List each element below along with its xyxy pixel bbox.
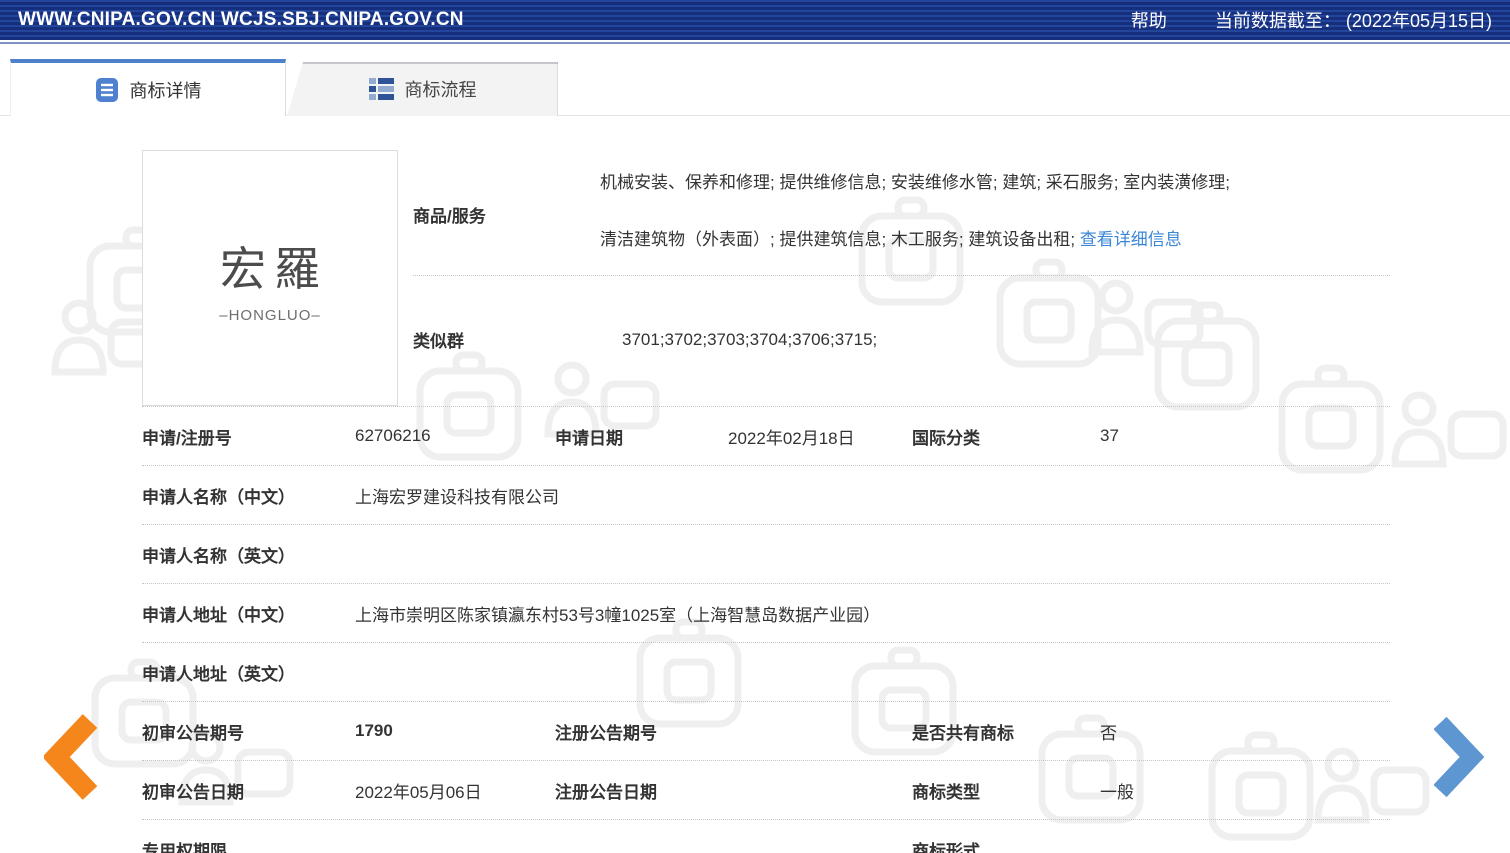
reg-no-label: 申请/注册号	[142, 424, 355, 449]
tab-trademark-process[interactable]: 商标流程	[287, 62, 558, 116]
grid-icon	[369, 78, 394, 101]
help-link[interactable]: 帮助	[1131, 7, 1167, 33]
reg-ann-no-label: 注册公告期号	[555, 719, 728, 744]
chevron-left-icon	[44, 713, 98, 801]
view-details-link[interactable]: 查看详细信息	[1080, 230, 1182, 249]
goods-services-line1: 机械安装、保养和修理; 提供维修信息; 安装维修水管; 建筑; 采石服务; 室内…	[600, 170, 1230, 196]
reg-ann-date-label: 注册公告日期	[555, 778, 728, 803]
list-icon	[95, 77, 119, 103]
addr-en-label: 申请人地址（英文）	[142, 660, 355, 685]
table-row: 初审公告日期 2022年05月06日 注册公告日期 商标类型 一般	[142, 761, 1390, 820]
prelim-date-label: 初审公告日期	[142, 778, 355, 803]
goods-services-label: 商品/服务	[413, 170, 600, 253]
table-row: 专用权期限 商标形式	[142, 820, 1390, 853]
data-cutoff-date: 当前数据截至： (2022年05月15日)	[1215, 7, 1492, 33]
goods-services-line2: 清洁建筑物（外表面）; 提供建筑信息; 木工服务; 建筑设备出租; 查看详细信息	[600, 227, 1230, 253]
intl-class-value: 37	[1100, 426, 1390, 446]
is-shared-value: 否	[1100, 719, 1390, 744]
table-row: 初审公告期号 1790 注册公告期号 是否共有商标 否	[142, 702, 1390, 761]
intl-class-label: 国际分类	[912, 424, 1100, 449]
applicant-en-label: 申请人名称（英文）	[142, 542, 355, 567]
mark-form-label: 商标形式	[912, 837, 1100, 853]
detail-rows: 申请/注册号 62706216 申请日期 2022年02月18日 国际分类 37…	[142, 406, 1390, 853]
prelim-no-label: 初审公告期号	[142, 719, 355, 744]
trademark-name: 宏羅	[212, 233, 328, 299]
app-date-label: 申请日期	[555, 424, 728, 449]
table-row: 申请人名称（英文）	[142, 525, 1390, 584]
tab-bar: 商标详情 商标流程	[0, 59, 1510, 116]
next-button[interactable]	[1434, 716, 1484, 803]
prelim-date-value: 2022年05月06日	[355, 778, 555, 803]
trademark-detail-panel: 宏羅 –HONGLUO– 商品/服务 机械安装、保养和修理; 提供维修信息; 安…	[142, 150, 1390, 853]
tab-trademark-details[interactable]: 商标详情	[10, 59, 286, 116]
similar-group-row: 类似群 3701;3702;3703;3704;3706;3715;	[413, 276, 1390, 403]
trademark-detail-page: WWW.CNIPA.GOV.CN WCJS.SBJ.CNIPA.GOV.CN 帮…	[0, 0, 1510, 853]
mark-type-label: 商标类型	[912, 778, 1100, 803]
table-row: 申请人名称（中文） 上海宏罗建设科技有限公司	[142, 466, 1390, 525]
site-urls: WWW.CNIPA.GOV.CN WCJS.SBJ.CNIPA.GOV.CN	[18, 9, 464, 31]
reg-no-value: 62706216	[355, 426, 555, 446]
goods-services-value: 机械安装、保养和修理; 提供维修信息; 安装维修水管; 建筑; 采石服务; 室内…	[600, 170, 1230, 253]
header-divider-blue	[0, 42, 1510, 44]
trademark-image: 宏羅 –HONGLUO–	[142, 150, 398, 406]
addr-cn-value: 上海市崇明区陈家镇瀛东村53号3幢1025室（上海智慧岛数据产业园）	[355, 601, 1390, 626]
trademark-romanization: –HONGLUO–	[219, 307, 321, 324]
applicant-cn-label: 申请人名称（中文）	[142, 483, 355, 508]
exclusive-term-label: 专用权期限	[142, 837, 355, 853]
prev-button[interactable]	[44, 713, 98, 806]
applicant-cn-value: 上海宏罗建设科技有限公司	[355, 483, 1390, 508]
similar-group-value: 3701;3702;3703;3704;3706;3715;	[600, 330, 877, 350]
tab-details-label: 商标详情	[130, 77, 202, 103]
goods-services-row: 商品/服务 机械安装、保养和修理; 提供维修信息; 安装维修水管; 建筑; 采石…	[413, 150, 1390, 276]
table-row: 申请人地址（中文） 上海市崇明区陈家镇瀛东村53号3幢1025室（上海智慧岛数据…	[142, 584, 1390, 643]
site-header: WWW.CNIPA.GOV.CN WCJS.SBJ.CNIPA.GOV.CN 帮…	[0, 0, 1510, 40]
chevron-right-icon	[1434, 716, 1484, 798]
table-row: 申请/注册号 62706216 申请日期 2022年02月18日 国际分类 37	[142, 407, 1390, 466]
is-shared-label: 是否共有商标	[912, 719, 1100, 744]
prelim-no-value: 1790	[355, 721, 555, 741]
app-date-value: 2022年02月18日	[728, 424, 912, 449]
mark-type-value: 一般	[1100, 778, 1390, 803]
tab-process-label: 商标流程	[405, 76, 477, 102]
addr-cn-label: 申请人地址（中文）	[142, 601, 355, 626]
table-row: 申请人地址（英文）	[142, 643, 1390, 702]
similar-group-label: 类似群	[413, 327, 600, 352]
